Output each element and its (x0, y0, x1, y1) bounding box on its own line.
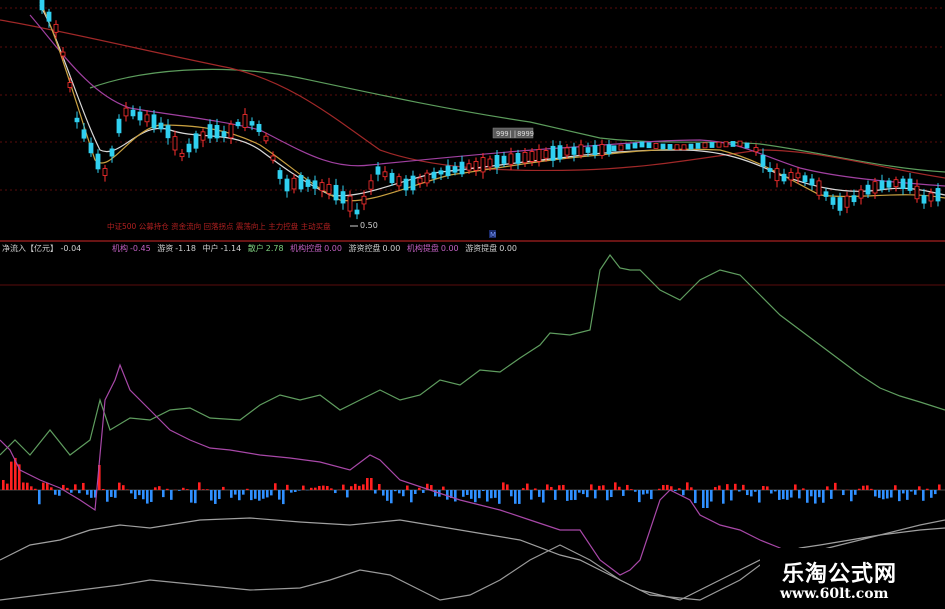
indicator-legend: 机构 -0.45 游资 -1.18 中户 -1.14 散户 2.78 机构控盘 0.00 … (112, 244, 521, 254)
price-candles (39, 0, 941, 220)
annotation-text: 中证500 公募持仓 资金流向 回落拐点 震荡向上 主力控盘 主动买盘 (107, 221, 331, 231)
watermark-title: 乐淘公式网 (782, 561, 898, 587)
legend-hm-lift-value: 0.00 (499, 244, 517, 253)
legend-hm-control-value: 0.00 (382, 244, 401, 253)
ma-long-red (0, 19, 945, 179)
legend-midholder-value: -1.14 (220, 244, 242, 253)
site-watermark: 乐淘公式网 www.60lt.com (760, 548, 945, 609)
ma-short-white (39, 4, 945, 197)
legend-institution-value: -0.45 (130, 244, 151, 253)
legend-retail-label: 散户 (247, 244, 264, 253)
legend-inst-lift-value: 0.00 (440, 244, 459, 253)
legend-midholder-label: 中户 (202, 244, 219, 253)
indicator-title-value: -0.04 (60, 244, 82, 253)
legend-inst-lift-label: 机构提盘 (406, 244, 439, 253)
price-tag-text: 999||8999 (496, 130, 534, 138)
legend-hm-lift-label: 游资提盘 (465, 244, 498, 253)
legend-hotmoney-label: 游资 (157, 244, 174, 253)
grid-lines (0, 7, 945, 191)
legend-hm-control-label: 游资控盘 (348, 244, 381, 253)
legend-institution-label: 机构 (112, 244, 128, 253)
net-inflow-histogram (2, 457, 941, 508)
event-marker-label: M (490, 231, 496, 239)
stock-chart-canvas[interactable]: 0.50 999||8999 M 中证500 公募持仓 资金流向 回落拐点 震荡… (0, 0, 945, 609)
legend-hotmoney-value: -1.18 (175, 244, 196, 253)
legend-inst-control-label: 机构控盘 (290, 244, 323, 253)
indicator-title: 净流入【亿元】 (2, 244, 58, 253)
indicator-title-bar: 净流入【亿元】 -0.04 (2, 244, 81, 254)
moving-average-lines (0, 1, 945, 202)
legend-retail-value: 2.78 (265, 244, 284, 253)
ma-mid-purple (29, 14, 945, 187)
low-price-label: 0.50 (360, 221, 378, 230)
ma-short-yellow (39, 1, 945, 202)
legend-inst-control-value: 0.00 (324, 244, 342, 253)
watermark-url: www.60lt.com (780, 586, 889, 602)
